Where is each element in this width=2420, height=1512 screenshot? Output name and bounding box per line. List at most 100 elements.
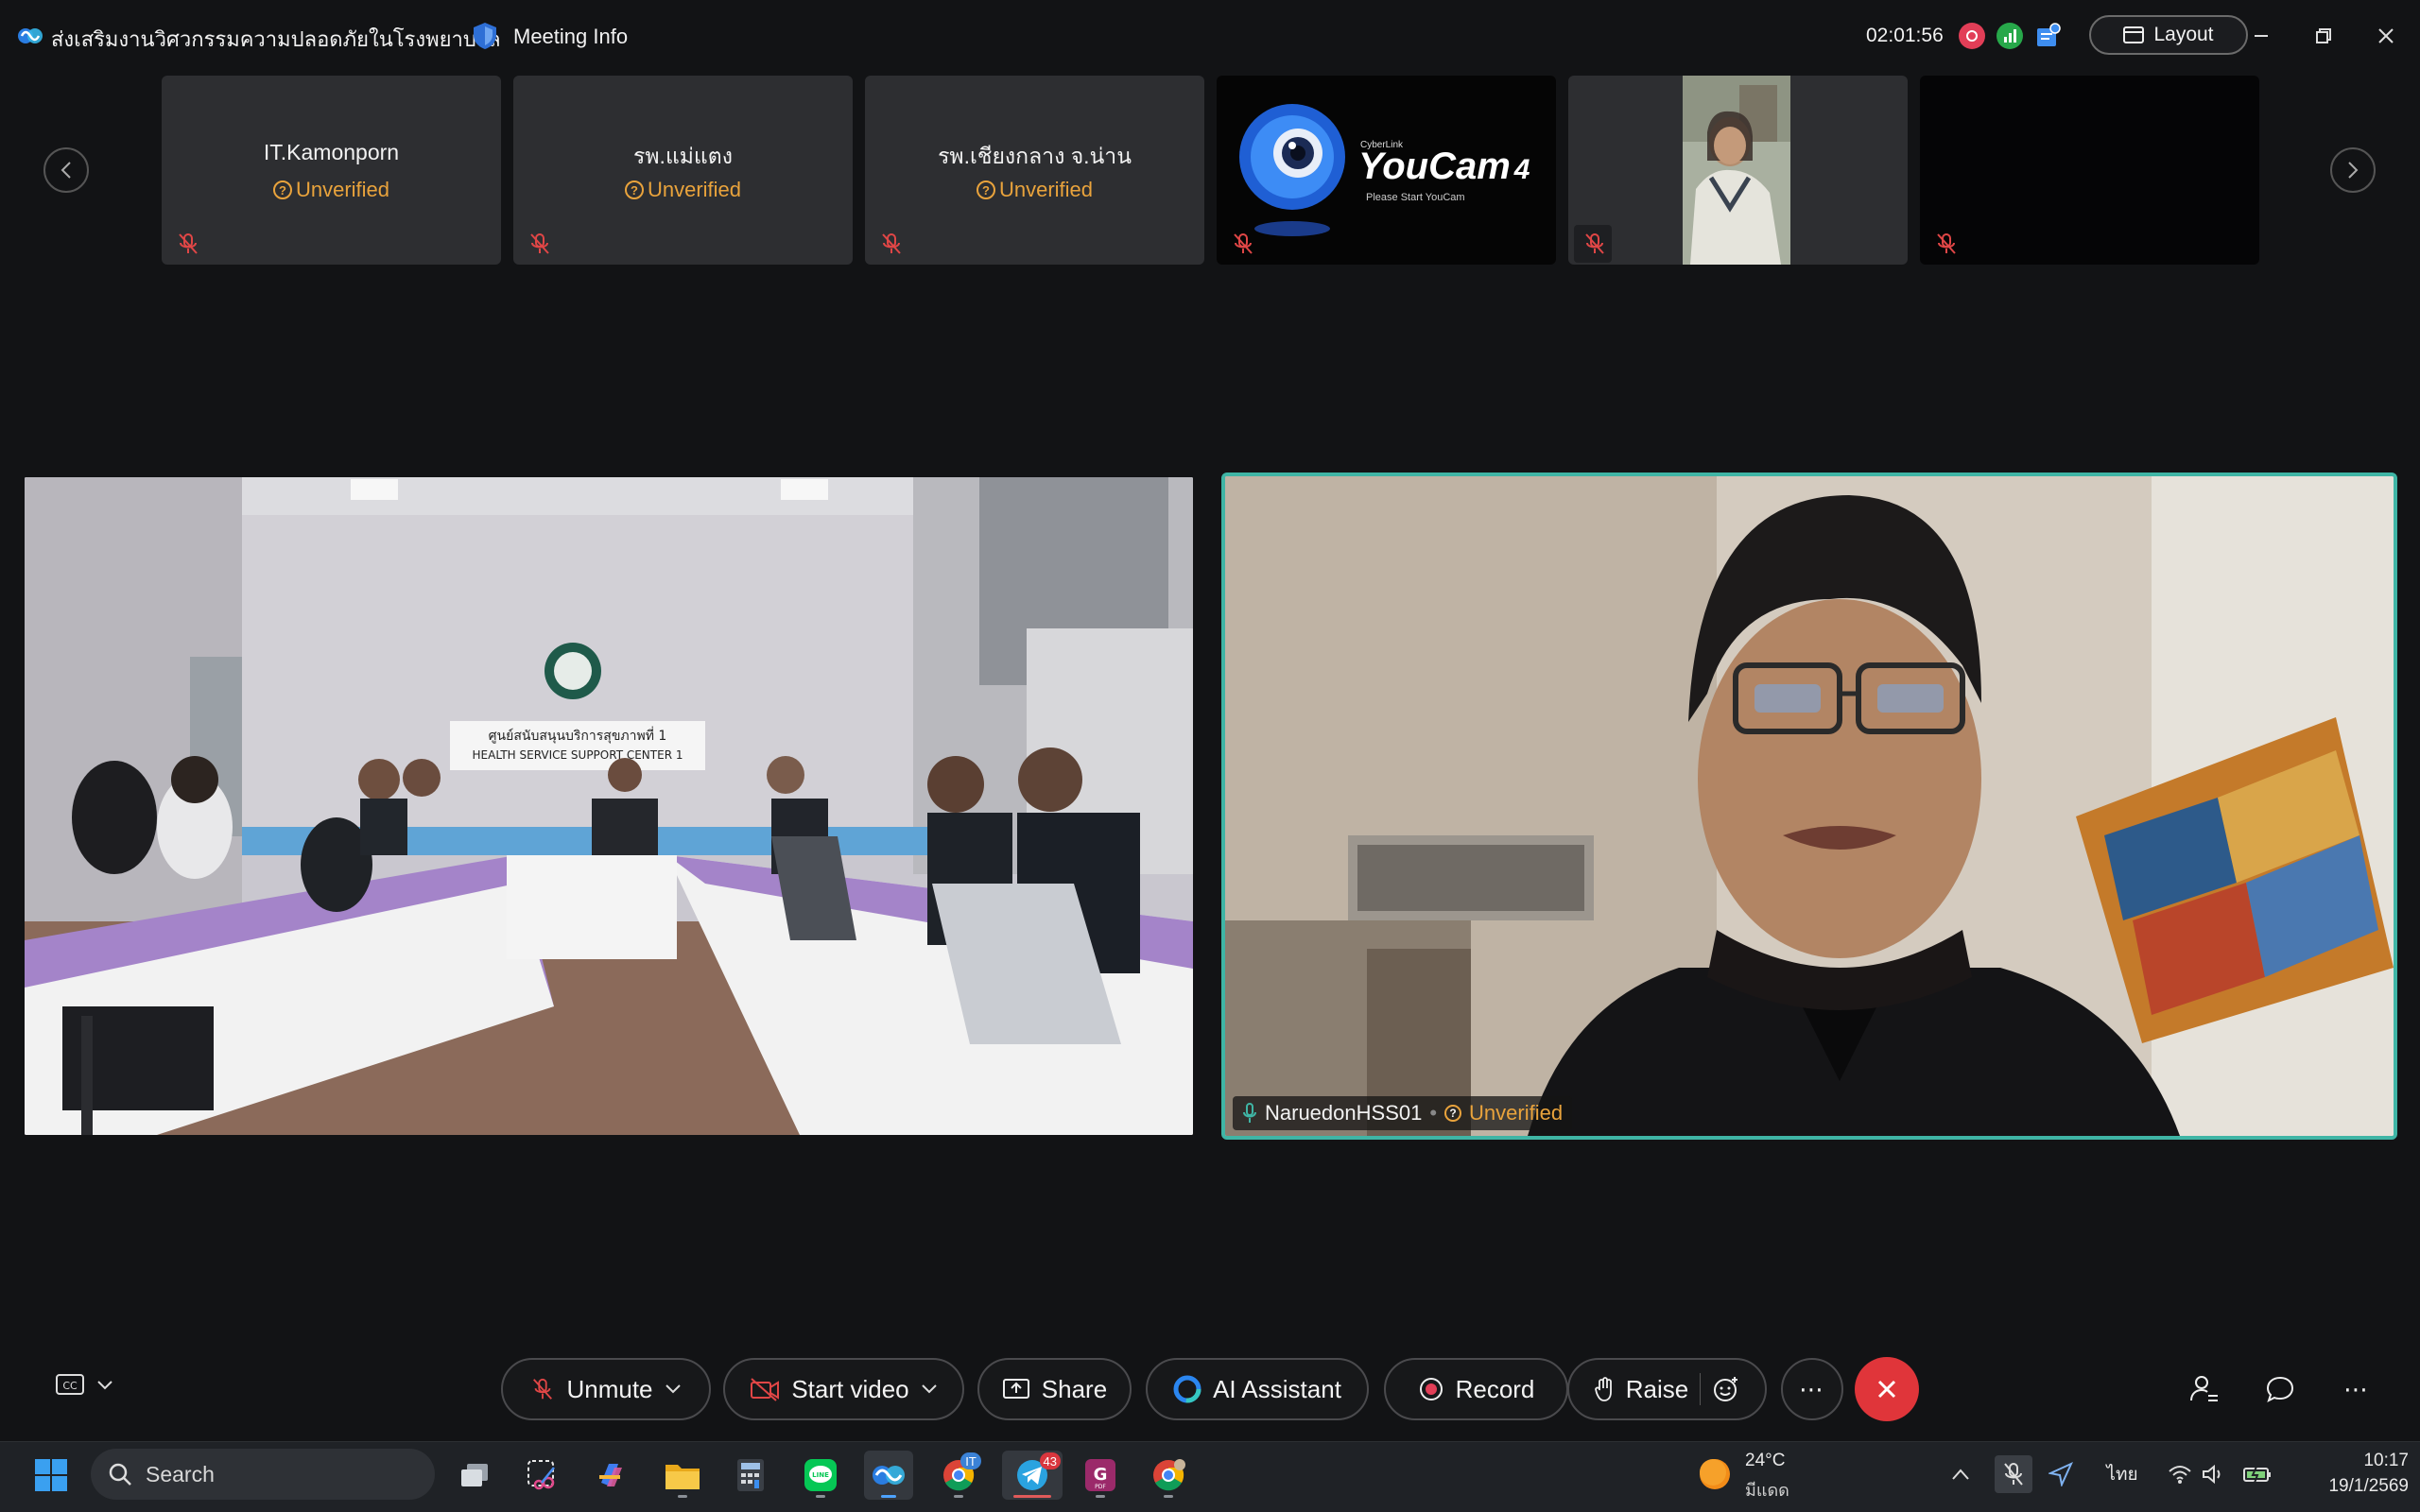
question-mark-icon: ?: [624, 180, 644, 199]
weather-temperature[interactable]: 24°C: [1745, 1451, 1785, 1471]
search-icon: [109, 1463, 131, 1486]
restore-button[interactable]: [2308, 21, 2339, 51]
meeting-info-link[interactable]: Meeting Info: [513, 25, 628, 49]
speaker-status: Unverified: [1469, 1101, 1564, 1125]
running-indicator: [1164, 1495, 1173, 1498]
start-button[interactable]: [26, 1451, 76, 1500]
battery-tray-button[interactable]: [2242, 1459, 2273, 1489]
muted-mic-icon: [530, 233, 549, 254]
record-button[interactable]: Record: [1384, 1358, 1568, 1420]
participant-name: รพ.แม่แตง: [633, 144, 733, 168]
sign-thai: ศูนย์สนับสนุนบริการสุขภาพที่ 1: [489, 727, 667, 744]
running-indicator: [954, 1495, 963, 1498]
shield-icon[interactable]: [471, 21, 499, 51]
mic-muted-tray-button[interactable]: [1995, 1455, 2032, 1493]
closed-captions-icon: CC: [56, 1374, 84, 1395]
running-indicator: [678, 1495, 687, 1498]
svg-text:G: G: [1094, 1465, 1108, 1485]
taskbar-chrome-profile-it[interactable]: IT: [934, 1451, 983, 1500]
participant-thumbnail-youcam[interactable]: CyberLink YouCam 4 Please Start YouCam: [1217, 76, 1556, 265]
participant-thumbnail[interactable]: IT.Kamonporn ? Unverified: [162, 76, 501, 265]
layout-label: Layout: [2153, 24, 2214, 45]
participant-thumbnail-video[interactable]: [1568, 76, 1908, 265]
more-options-button[interactable]: ⋯: [1781, 1358, 1843, 1420]
profile-badge: IT: [960, 1452, 981, 1469]
previous-participants-button[interactable]: [43, 147, 89, 193]
copilot-icon: [599, 1464, 622, 1486]
notes-app-icon[interactable]: [2034, 23, 2061, 49]
participants-button[interactable]: [2187, 1372, 2221, 1406]
start-video-button[interactable]: Start video: [723, 1358, 964, 1420]
share-label: Share: [1041, 1374, 1108, 1403]
meeting-timer: 02:01:56: [1866, 25, 1944, 46]
taskbar-chrome[interactable]: [1144, 1451, 1193, 1500]
pdf-app-icon: GPDF: [1085, 1459, 1115, 1491]
title-bar: ส่งเสริมงานวิศวกรรมความปลอดภัยในโรงพยาบา…: [0, 0, 2420, 72]
show-hidden-icons-button[interactable]: [1945, 1459, 1976, 1489]
participant-thumbnail[interactable]: รพ.เชียงกลาง จ.น่าน ? Unverified: [865, 76, 1204, 265]
webcam-graphic-icon: [1239, 104, 1345, 236]
taskbar-pdf-app[interactable]: G PDF: [1076, 1451, 1125, 1500]
wifi-icon: [2169, 1466, 2191, 1484]
taskbar-snipping-tool[interactable]: [518, 1451, 567, 1500]
taskbar-telegram[interactable]: 43: [1002, 1451, 1063, 1500]
taskbar-webex[interactable]: [864, 1451, 913, 1500]
taskbar-clock-time[interactable]: 10:17: [2324, 1451, 2409, 1471]
youcam-brand-number: 4: [1513, 154, 1530, 185]
weather-description[interactable]: มีแดด: [1745, 1476, 1789, 1503]
reactions-icon[interactable]: [1712, 1375, 1740, 1403]
next-participants-button[interactable]: [2330, 147, 2376, 193]
wifi-tray-button[interactable]: [2165, 1459, 2195, 1489]
video-tile-conference-room[interactable]: ศูนย์สนับสนุนบริการสุขภาพที่ 1 HEALTH SE…: [25, 477, 1193, 1135]
muted-mic-icon: [1937, 233, 1956, 254]
unverified-status: ? Unverified: [513, 178, 853, 202]
muted-mic-icon: [1585, 233, 1604, 254]
layout-button[interactable]: Layout: [2089, 15, 2248, 55]
video-off-icon: [751, 1378, 780, 1401]
taskbar-clock-date[interactable]: 19/1/2569: [2288, 1476, 2409, 1497]
question-mark-icon: ?: [1444, 1105, 1462, 1122]
minimize-button[interactable]: [2246, 21, 2276, 51]
raise-label: Raise: [1625, 1374, 1689, 1403]
layout-icon: [2123, 26, 2145, 43]
divider: [1700, 1373, 1702, 1405]
record-icon: [1419, 1378, 1443, 1400]
taskbar-copilot[interactable]: [586, 1451, 635, 1500]
taskbar-task-view[interactable]: [450, 1451, 499, 1500]
muted-mic-icon: [179, 233, 198, 254]
raise-hand-button[interactable]: Raise: [1594, 1375, 1688, 1404]
svg-text:LINE: LINE: [812, 1471, 829, 1479]
end-call-button[interactable]: [1855, 1357, 1919, 1421]
participant-thumbnail[interactable]: รพ.แม่แตง ? Unverified: [513, 76, 853, 265]
video-tile-active-speaker[interactable]: NaruedonHSS01 • ? Unverified: [1221, 472, 2397, 1140]
meeting-title: ส่งเสริมงานวิศวกรรมความปลอดภัยในโรงพยาบา…: [51, 27, 501, 51]
taskbar-line[interactable]: LINE: [796, 1451, 845, 1500]
unmute-button[interactable]: Unmute: [501, 1358, 711, 1420]
ai-assistant-icon: [1173, 1375, 1201, 1403]
status-label: Unverified: [998, 178, 1094, 201]
location-tray-button[interactable]: [2046, 1459, 2076, 1489]
share-button[interactable]: Share: [977, 1358, 1132, 1420]
taskbar-search-box[interactable]: Search: [91, 1449, 435, 1500]
volume-tray-button[interactable]: [2199, 1459, 2229, 1489]
chevron-up-icon: [1952, 1469, 1969, 1480]
taskbar-calculator[interactable]: [726, 1451, 775, 1500]
unmute-label: Unmute: [566, 1374, 653, 1403]
more-panels-button[interactable]: ⋯: [2339, 1372, 2373, 1406]
restore-icon: [2316, 28, 2331, 43]
taskbar-file-explorer[interactable]: [658, 1451, 707, 1500]
close-window-button[interactable]: [2371, 21, 2401, 51]
chevron-down-icon[interactable]: [665, 1383, 682, 1395]
recording-indicator-icon[interactable]: [1959, 23, 1985, 49]
muted-mic-icon: [1234, 233, 1253, 254]
network-stats-icon[interactable]: [1996, 23, 2023, 49]
chat-button[interactable]: [2263, 1372, 2297, 1406]
participant-thumbnail-black[interactable]: [1920, 76, 2259, 265]
weather-sun-icon[interactable]: [1698, 1457, 1732, 1491]
muted-mic-icon: [533, 1378, 553, 1400]
more-options-icon: ⋯: [2343, 1374, 2368, 1403]
input-language-button[interactable]: ไทย: [2106, 1459, 2138, 1489]
ai-assistant-button[interactable]: AI Assistant: [1146, 1358, 1369, 1420]
closed-captions-button[interactable]: CC: [55, 1372, 113, 1399]
chevron-down-icon[interactable]: [921, 1383, 938, 1395]
